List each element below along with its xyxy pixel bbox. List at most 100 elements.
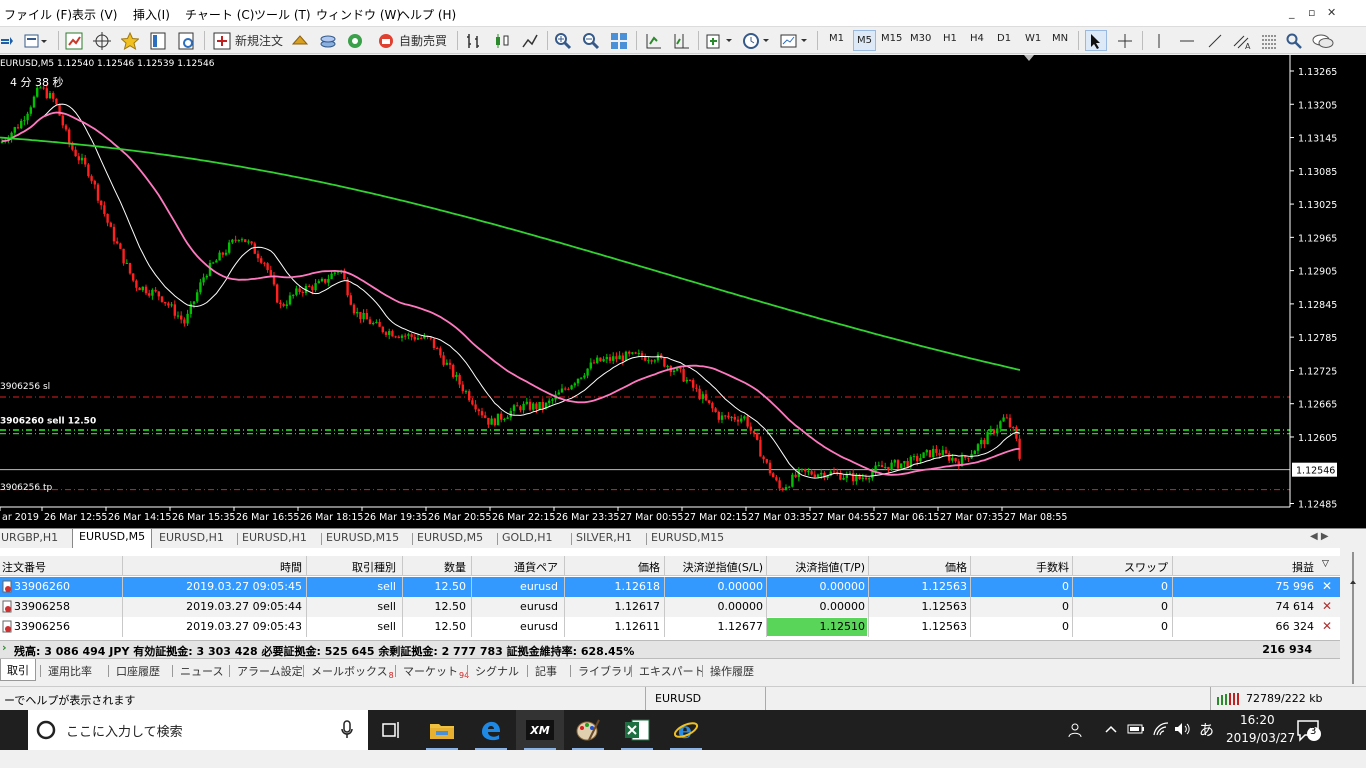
- menu-chart[interactable]: チャート (C): [185, 6, 254, 23]
- terminal-tab[interactable]: 口座履歴: [116, 663, 160, 679]
- internet-explorer-icon[interactable]: e: [662, 710, 710, 750]
- terminal-tab[interactable]: シグナル: [475, 663, 519, 679]
- table-row[interactable]: 33906258 2019.03.27 09:05:44 sell 12.50 euru…: [0, 597, 1340, 617]
- wifi-icon[interactable]: [1152, 722, 1170, 739]
- vertical-line-icon[interactable]: [1150, 30, 1168, 51]
- fibonacci-icon[interactable]: [1258, 30, 1280, 51]
- chart-tab[interactable]: EURUSD,M15: [651, 531, 724, 544]
- auto-scroll-icon[interactable]: [642, 30, 664, 51]
- price-chart[interactable]: 1.13265 1.13205 1.13145 1.13085 1.13025 1.129…: [0, 55, 1366, 528]
- sort-icon[interactable]: ▽: [1322, 559, 1329, 569]
- close-button[interactable]: ✕: [1327, 6, 1336, 19]
- favorites-icon[interactable]: [119, 30, 141, 51]
- timeframe-d1[interactable]: D1: [997, 33, 1011, 44]
- chart-tab[interactable]: EURUSD,H1: [242, 531, 307, 544]
- auto-trade-button[interactable]: 自動売買: [374, 30, 450, 51]
- clock-time[interactable]: 16:20: [1240, 713, 1275, 727]
- coins-icon[interactable]: [318, 30, 338, 51]
- chevron-up-icon[interactable]: [1104, 722, 1118, 739]
- column-header[interactable]: 決済指値(T/P): [795, 559, 865, 575]
- minimize-button[interactable]: _: [1289, 6, 1295, 19]
- new-order-button[interactable]: 新規注文: [210, 30, 286, 51]
- excel-icon[interactable]: [613, 710, 661, 750]
- people-icon[interactable]: [1068, 722, 1084, 741]
- task-view-icon[interactable]: [368, 710, 416, 750]
- zoom-in-icon[interactable]: [552, 30, 574, 51]
- bar-chart-icon[interactable]: [463, 30, 485, 51]
- notification-icon[interactable]: 3: [1296, 718, 1326, 747]
- table-row[interactable]: 33906256 2019.03.27 09:05:43 sell 12.50 euru…: [0, 617, 1340, 637]
- periods-icon[interactable]: [741, 30, 773, 51]
- column-header[interactable]: 決済逆指値(S/L): [683, 559, 763, 575]
- menu-tools[interactable]: ツール (T): [254, 6, 311, 23]
- signals-icon[interactable]: [345, 30, 365, 51]
- timeframe-m30[interactable]: M30: [910, 33, 931, 44]
- timeframe-h1[interactable]: H1: [943, 33, 957, 44]
- tile-windows-icon[interactable]: [608, 30, 630, 51]
- close-order-icon[interactable]: ✕: [1322, 599, 1332, 613]
- bank-icon[interactable]: [290, 30, 310, 51]
- search-icon[interactable]: [1283, 30, 1305, 51]
- timeframe-mn[interactable]: MN: [1052, 33, 1068, 44]
- terminal-tab[interactable]: ライブラリ: [578, 663, 633, 679]
- terminal-tab[interactable]: アラーム設定: [237, 663, 303, 679]
- timeframe-m1[interactable]: M1: [829, 33, 844, 44]
- column-header[interactable]: スワップ: [1124, 559, 1168, 575]
- chart-tab[interactable]: EURUSD,H1: [159, 531, 224, 544]
- channel-icon[interactable]: A: [1230, 30, 1254, 51]
- chart-tab[interactable]: EURUSD,M5: [72, 529, 153, 549]
- file-explorer-icon[interactable]: [418, 710, 466, 750]
- templates-icon[interactable]: [779, 30, 811, 51]
- cursor-icon[interactable]: [1085, 30, 1107, 51]
- trendline-icon[interactable]: [1204, 30, 1226, 51]
- menu-insert[interactable]: 挿入(I): [133, 6, 170, 23]
- profiles-icon[interactable]: [23, 30, 49, 51]
- chart-tab[interactable]: GOLD,H1: [502, 531, 553, 544]
- column-header[interactable]: 価格: [945, 559, 967, 575]
- market-watch-icon[interactable]: [63, 30, 85, 51]
- tab-scroll-icons[interactable]: ◀ ▶: [1310, 531, 1329, 542]
- menu-window[interactable]: ウィンドウ (W): [316, 6, 401, 23]
- line-chart-icon[interactable]: [519, 30, 541, 51]
- zoom-out-icon[interactable]: [580, 30, 602, 51]
- column-header[interactable]: 注文番号: [2, 559, 46, 575]
- menu-help[interactable]: ヘルプ (H): [398, 6, 456, 23]
- chart-tab[interactable]: SILVER,H1: [576, 531, 632, 544]
- column-header[interactable]: 手数料: [1036, 559, 1069, 575]
- terminal-tab[interactable]: 取引: [0, 659, 36, 681]
- xm-mt4-icon[interactable]: XM: [516, 710, 564, 750]
- column-header[interactable]: 通貨ペア: [514, 559, 558, 575]
- terminal-tab[interactable]: 記事: [535, 663, 557, 679]
- column-header[interactable]: 取引種別: [352, 559, 396, 575]
- navigator-icon[interactable]: [175, 30, 197, 51]
- ime-indicator[interactable]: あ: [1199, 719, 1214, 740]
- column-header[interactable]: 損益: [1292, 559, 1314, 575]
- close-order-icon[interactable]: ✕: [1322, 579, 1332, 593]
- menu-view[interactable]: 表示 (V): [72, 6, 117, 23]
- chart-tab[interactable]: EURUSD,M15: [326, 531, 399, 544]
- column-header[interactable]: 時間: [280, 559, 302, 575]
- terminal-tab[interactable]: メールボックス8: [311, 663, 394, 680]
- battery-icon[interactable]: [1127, 722, 1145, 739]
- candle-chart-icon[interactable]: [491, 30, 513, 51]
- terminal-tab[interactable]: 運用比率: [48, 663, 92, 679]
- new-chart-icon[interactable]: [0, 30, 14, 51]
- chart-shift-icon[interactable]: [670, 30, 692, 51]
- chart-tab[interactable]: URGBP,H1: [1, 531, 58, 544]
- terminal-tab[interactable]: マーケット94: [403, 663, 469, 680]
- indicators-icon[interactable]: [704, 30, 736, 51]
- microphone-icon[interactable]: [340, 720, 354, 740]
- chart-tab[interactable]: EURUSD,M5: [417, 531, 483, 544]
- timeframe-m5[interactable]: M5: [853, 30, 876, 51]
- chat-icon[interactable]: [1310, 30, 1336, 51]
- table-row[interactable]: 33906260 2019.03.27 09:05:45 sell 12.50 euru…: [0, 577, 1340, 597]
- restore-button[interactable]: ▫: [1308, 6, 1315, 19]
- horizontal-line-icon[interactable]: [1176, 30, 1198, 51]
- menu-file[interactable]: ファイル (F): [4, 6, 72, 23]
- timeframe-h4[interactable]: H4: [970, 33, 984, 44]
- volume-icon[interactable]: [1174, 722, 1192, 739]
- crosshair-move-icon[interactable]: [91, 30, 113, 51]
- terminal-tab[interactable]: エキスパート: [639, 663, 705, 679]
- close-order-icon[interactable]: ✕: [1322, 619, 1332, 633]
- timeframe-m15[interactable]: M15: [881, 33, 902, 44]
